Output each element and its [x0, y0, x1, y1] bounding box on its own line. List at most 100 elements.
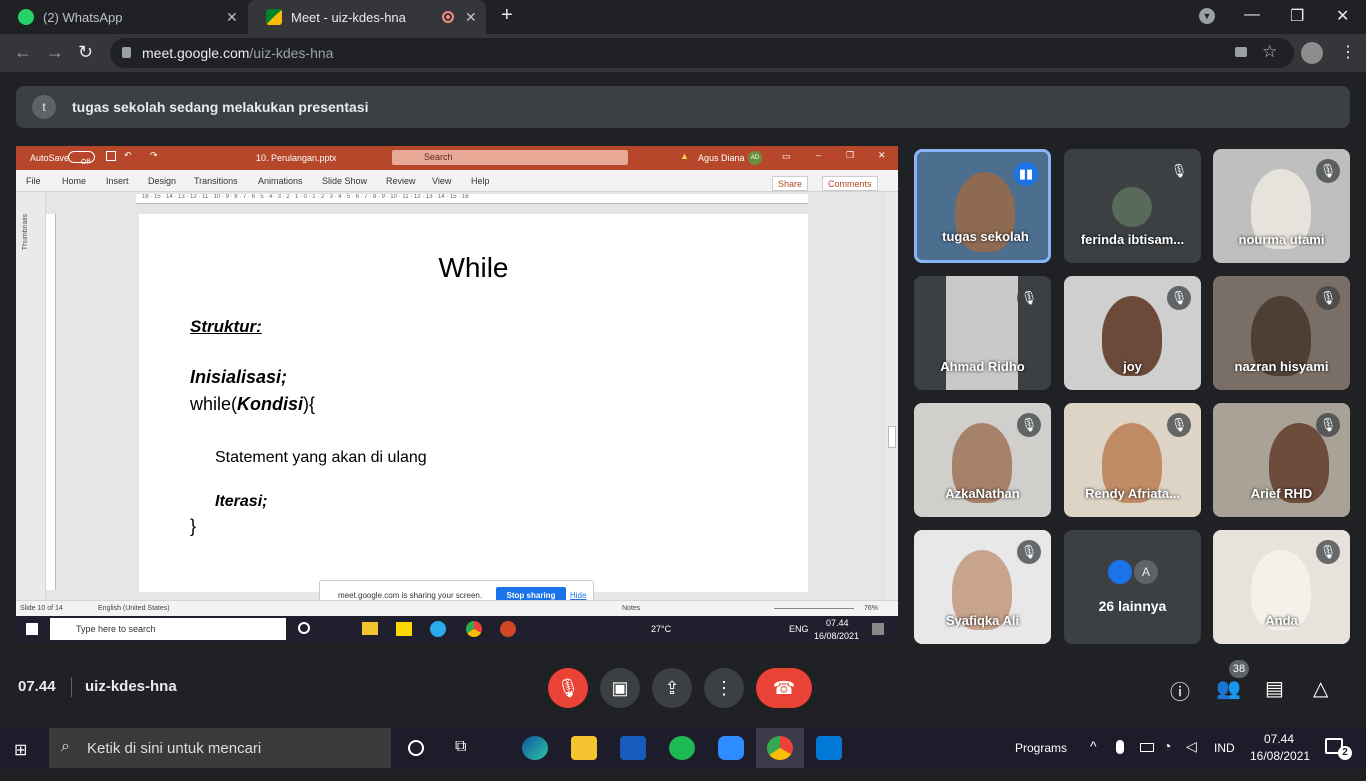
reload-icon[interactable]: ↻ [78, 42, 93, 63]
ppt-restore-icon[interactable]: ❐ [846, 150, 854, 161]
ppt-scrollbar[interactable] [886, 192, 898, 608]
inner-start-icon[interactable] [26, 623, 38, 635]
battery-icon[interactable] [1140, 743, 1154, 752]
tab-search-icon[interactable]: ▼ [1199, 8, 1215, 24]
more-options-button[interactable]: ⋮ [704, 668, 744, 708]
profile-avatar[interactable] [1301, 42, 1323, 64]
ribbon-tab-animations[interactable]: Animations [258, 176, 303, 186]
meeting-code: uiz-kdes-hna [85, 678, 177, 695]
taskbar-search[interactable]: ⌕ Ketik di sini untuk mencari [49, 728, 391, 768]
scroll-thumb[interactable] [888, 426, 896, 448]
inner-stickynotes-icon[interactable] [396, 622, 412, 636]
minimize-icon[interactable]: — [1244, 6, 1260, 24]
ribbon-tab-file[interactable]: File [26, 176, 41, 186]
ppt-search-box[interactable]: Search [392, 150, 628, 165]
restore-icon[interactable]: ❐ [1290, 6, 1304, 26]
close-tab-icon[interactable]: ✕ [226, 9, 238, 26]
edge-icon[interactable] [522, 736, 548, 760]
participant-tile[interactable]: 🎙 ferinda ibtisam... [1064, 149, 1201, 263]
ribbon-tab-transitions[interactable]: Transitions [194, 176, 238, 186]
notes-button[interactable]: Notes [622, 605, 640, 612]
new-tab-icon[interactable]: + [501, 4, 513, 27]
people-icon[interactable]: 👥 [1216, 676, 1241, 701]
ppt-minimize-icon[interactable]: – [816, 150, 821, 160]
participant-tile[interactable]: ▮▮ tugas sekolah [914, 149, 1051, 263]
vscode-icon[interactable] [816, 736, 842, 760]
volume-icon[interactable]: ◁ [1186, 738, 1197, 755]
inner-notification-icon[interactable] [872, 623, 884, 635]
participant-tile[interactable]: 🎙 Ahmad Ridho [914, 276, 1051, 390]
meeting-info-icon[interactable]: ⓘ [1170, 676, 1190, 705]
divider [71, 677, 72, 697]
programs-label[interactable]: Programs [1015, 741, 1067, 781]
windows-start-icon[interactable]: ⊞ [14, 740, 27, 760]
participant-tile[interactable]: 🎙 joy [1064, 276, 1201, 390]
ppt-comments-button[interactable]: Comments [822, 176, 878, 191]
address-bar-row: ← → ↻ meet.google.com/uiz-kdes-hna ☆ ⋮ [0, 34, 1366, 72]
autosave-toggle[interactable]: Off [68, 151, 95, 166]
word-icon[interactable] [620, 736, 646, 760]
hide-link[interactable]: Hide [570, 591, 586, 600]
present-button[interactable]: ⇪ [652, 668, 692, 708]
tray-overflow-icon[interactable]: ^ [1090, 738, 1097, 754]
back-icon[interactable]: ← [14, 42, 32, 63]
redo-icon[interactable]: ↷ [150, 150, 158, 161]
participant-avatar [1112, 187, 1152, 227]
ribbon-tab-home[interactable]: Home [62, 176, 86, 186]
ribbon-tab-view[interactable]: View [432, 176, 451, 186]
inner-telegram-icon[interactable] [430, 621, 446, 637]
undo-icon[interactable]: ↶ [124, 150, 132, 161]
zoom-slider[interactable] [774, 608, 854, 609]
tab-meet[interactable]: Meet - uiz-kdes-hna ✕ [248, 0, 486, 34]
activities-icon[interactable]: △ [1313, 676, 1328, 701]
camera-icon[interactable] [1235, 47, 1247, 57]
inner-powerpoint-icon[interactable] [500, 621, 516, 637]
inner-chrome-icon[interactable] [466, 621, 482, 637]
wifi-icon[interactable]: ◔ [1163, 738, 1171, 754]
ribbon-tab-design[interactable]: Design [148, 176, 176, 186]
meet-control-bar: 07.44 uiz-kdes-hna 🎙 ▣ ⇪ ⋮ ☎ ⓘ 👥 38 ▤ △ [0, 656, 1366, 720]
menu-icon[interactable]: ⋮ [1340, 42, 1356, 62]
participant-tile[interactable]: 🎙 nourma utami [1213, 149, 1350, 263]
participant-tile[interactable]: 🎙 Rendy Afriata... [1064, 403, 1201, 517]
inner-cortana-icon[interactable] [298, 622, 310, 634]
participant-tile[interactable]: 🎙 Anda [1213, 530, 1350, 644]
mic-toggle-button[interactable]: 🎙 [548, 668, 588, 708]
thumbnail-pane[interactable]: Thumbnails [16, 192, 46, 608]
language-indicator[interactable]: IND [1214, 741, 1235, 755]
end-call-button[interactable]: ☎ [756, 668, 812, 708]
ribbon-tab-insert[interactable]: Insert [106, 176, 129, 186]
ppt-share-button[interactable]: Share [772, 176, 809, 191]
bookmark-star-icon[interactable]: ☆ [1262, 42, 1277, 62]
ribbon-display-icon[interactable]: ▭ [782, 151, 791, 162]
tab-whatsapp[interactable]: (2) WhatsApp ✕ [0, 0, 246, 34]
inner-explorer-icon[interactable] [362, 622, 378, 635]
ribbon-tab-review[interactable]: Review [386, 176, 416, 186]
url-input[interactable]: meet.google.com/uiz-kdes-hna ☆ [110, 38, 1294, 68]
inner-search-box[interactable]: Type here to search [50, 618, 286, 640]
cortana-icon[interactable] [408, 740, 424, 756]
close-tab-icon[interactable]: ✕ [465, 9, 477, 26]
taskbar-time[interactable]: 07.44 [1264, 732, 1294, 746]
participant-tile[interactable]: 🎙 Arief RHD [1213, 403, 1350, 517]
close-window-icon[interactable]: ✕ [1336, 6, 1349, 26]
participant-tile[interactable]: 🎙 nazran hisyami [1213, 276, 1350, 390]
chat-icon[interactable]: ▤ [1265, 676, 1284, 701]
save-icon[interactable] [106, 151, 116, 161]
participant-avatar-letter: A [1134, 560, 1158, 584]
ppt-close-icon[interactable]: ✕ [878, 150, 886, 161]
task-view-icon[interactable]: ⧉ [455, 738, 466, 756]
forward-icon[interactable]: → [46, 42, 64, 63]
file-explorer-icon[interactable] [571, 736, 597, 760]
ribbon-tab-slideshow[interactable]: Slide Show [322, 176, 367, 186]
chrome-icon[interactable] [767, 736, 793, 760]
zoom-icon[interactable] [718, 736, 744, 760]
slide-canvas[interactable]: While Struktur: Inisialisasi; while(Kond… [139, 214, 808, 592]
participant-tile[interactable]: 🎙 Syafiqka Ali [914, 530, 1051, 644]
spotify-icon[interactable] [669, 736, 695, 760]
ribbon-tab-help[interactable]: Help [471, 176, 490, 186]
more-participants-tile[interactable]: A 26 lainnya [1064, 530, 1201, 644]
participant-tile[interactable]: 🎙 AzkaNathan [914, 403, 1051, 517]
taskbar-date[interactable]: 16/08/2021 [1250, 749, 1310, 763]
camera-toggle-button[interactable]: ▣ [600, 668, 640, 708]
